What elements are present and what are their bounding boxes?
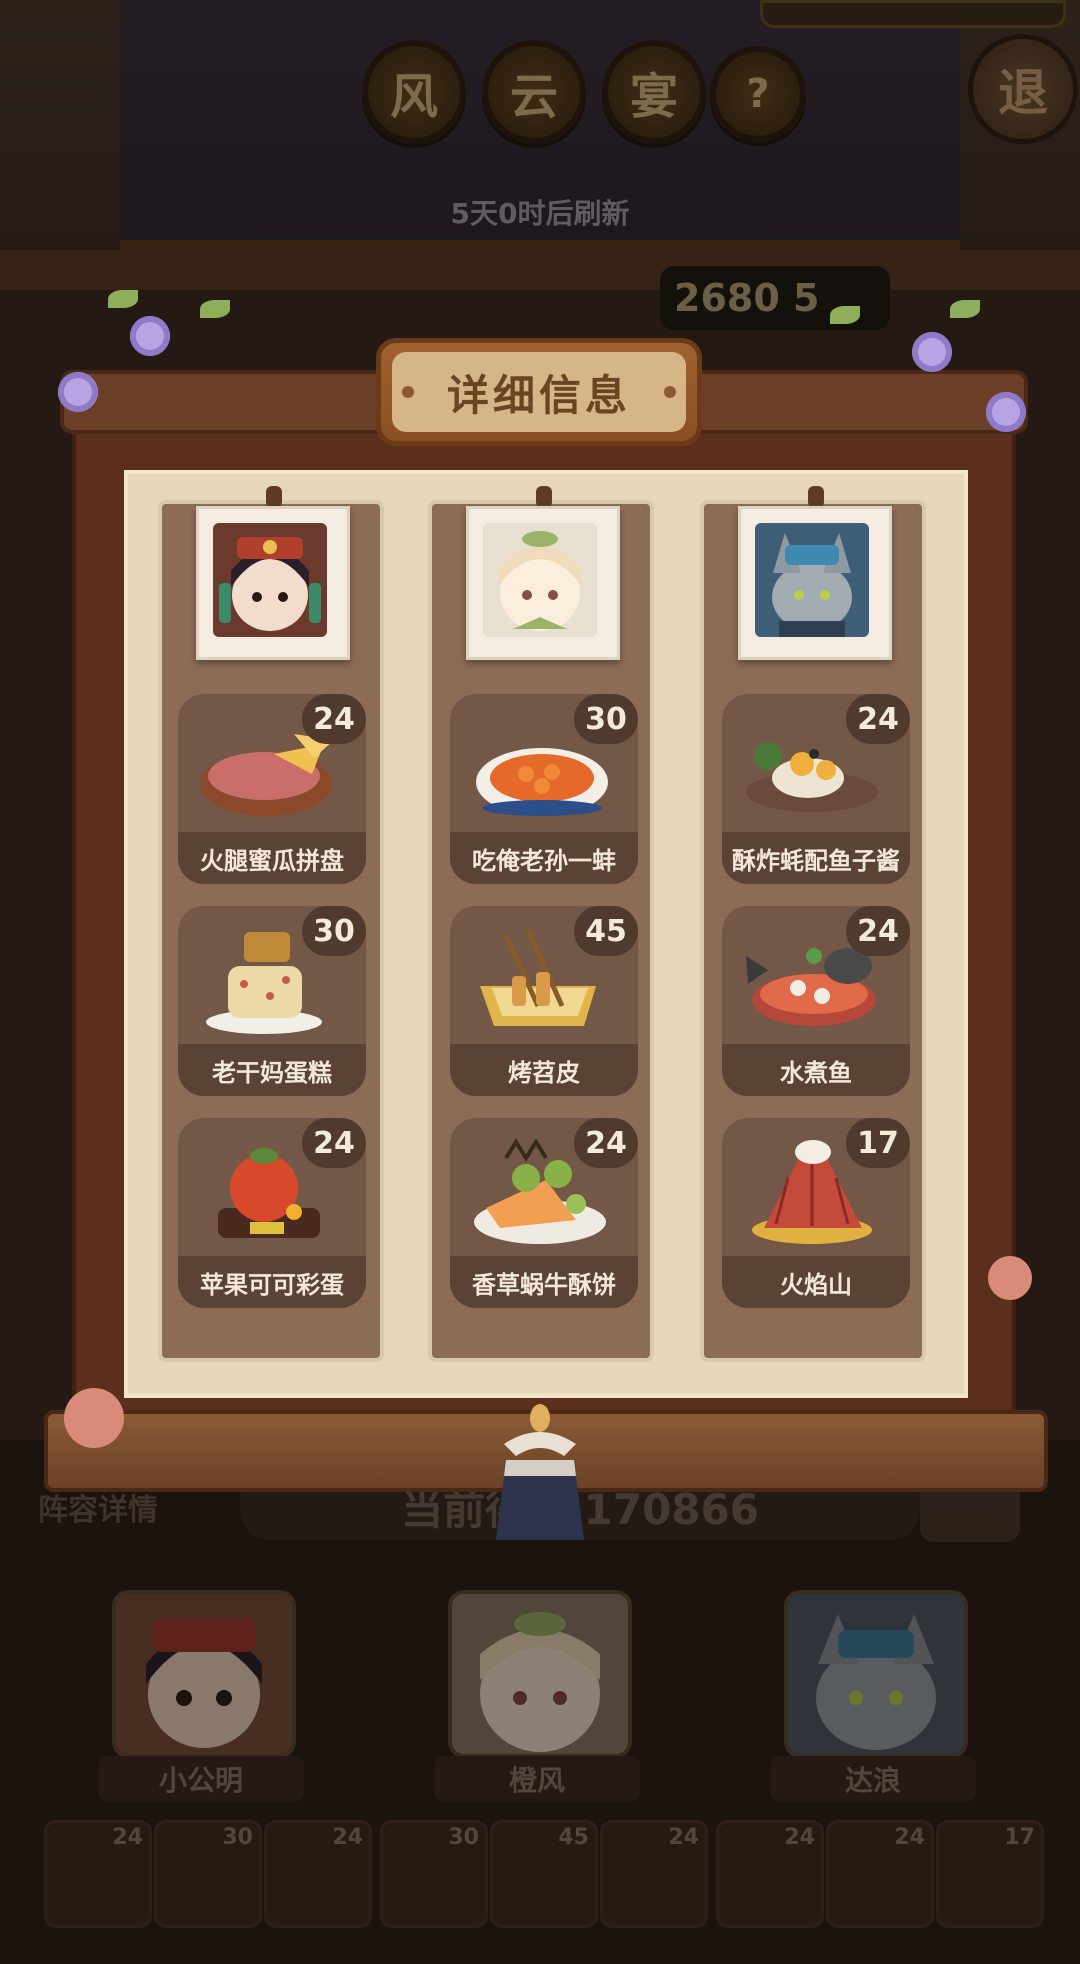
dish-score: 45 (574, 906, 638, 956)
pink-flower-icon (64, 1388, 124, 1448)
dish-name: 火腿蜜瓜拼盘 (178, 832, 366, 884)
leaf-icon (200, 300, 230, 318)
leaf-icon (108, 290, 138, 308)
dish-score: 24 (574, 1118, 638, 1168)
dish-card[interactable]: 24 苹果可可彩蛋 (178, 1118, 366, 1308)
pin-icon (808, 486, 824, 508)
plaque-rivet (664, 386, 676, 398)
dish-card[interactable]: 30 老干妈蛋糕 (178, 906, 366, 1096)
dish-score: 24 (302, 1118, 366, 1168)
dish-score: 17 (846, 1118, 910, 1168)
dish-card[interactable]: 24 水煮鱼 (722, 906, 910, 1096)
flower-icon (986, 392, 1026, 432)
flower-icon (58, 372, 98, 412)
dish-score: 24 (302, 694, 366, 744)
dish-name: 烤苕皮 (450, 1044, 638, 1096)
dish-card[interactable]: 24 香草蜗牛酥饼 (450, 1118, 638, 1308)
dish-name: 香草蜗牛酥饼 (450, 1256, 638, 1308)
leaf-icon (950, 300, 980, 318)
dish-name: 水煮鱼 (722, 1044, 910, 1096)
pin-icon (266, 486, 282, 508)
modal-title: 详细信息 (392, 352, 686, 432)
dish-card[interactable]: 24 酥炸蚝配鱼子酱 (722, 694, 910, 884)
pink-flower-icon (988, 1256, 1032, 1300)
chengfeng-portrait-icon (483, 523, 597, 637)
dish-score: 30 (574, 694, 638, 744)
dish-name: 苹果可可彩蛋 (178, 1256, 366, 1308)
dish-card[interactable]: 17 火焰山 (722, 1118, 910, 1308)
dish-card[interactable]: 30 吃俺老孙一蚌 (450, 694, 638, 884)
pin-icon (536, 486, 552, 508)
portrait-xiaogongming (196, 506, 350, 660)
flower-icon (912, 332, 952, 372)
portrait-chengfeng (466, 506, 620, 660)
knot-ornament-icon (496, 1404, 584, 1540)
leaf-icon (830, 306, 860, 324)
flower-icon (130, 316, 170, 356)
dish-name: 酥炸蚝配鱼子酱 (722, 832, 910, 884)
dish-name: 火焰山 (722, 1256, 910, 1308)
dish-card[interactable]: 45 烤苕皮 (450, 906, 638, 1096)
dalang-portrait-icon (755, 523, 869, 637)
dish-name: 吃俺老孙一蚌 (450, 832, 638, 884)
dish-name: 老干妈蛋糕 (178, 1044, 366, 1096)
dish-score: 30 (302, 906, 366, 956)
dish-score: 24 (846, 694, 910, 744)
dish-score: 24 (846, 906, 910, 956)
portrait-dalang (738, 506, 892, 660)
xiaogongming-portrait-icon (213, 523, 327, 637)
dish-card[interactable]: 24 火腿蜜瓜拼盘 (178, 694, 366, 884)
plaque-rivet (402, 386, 414, 398)
